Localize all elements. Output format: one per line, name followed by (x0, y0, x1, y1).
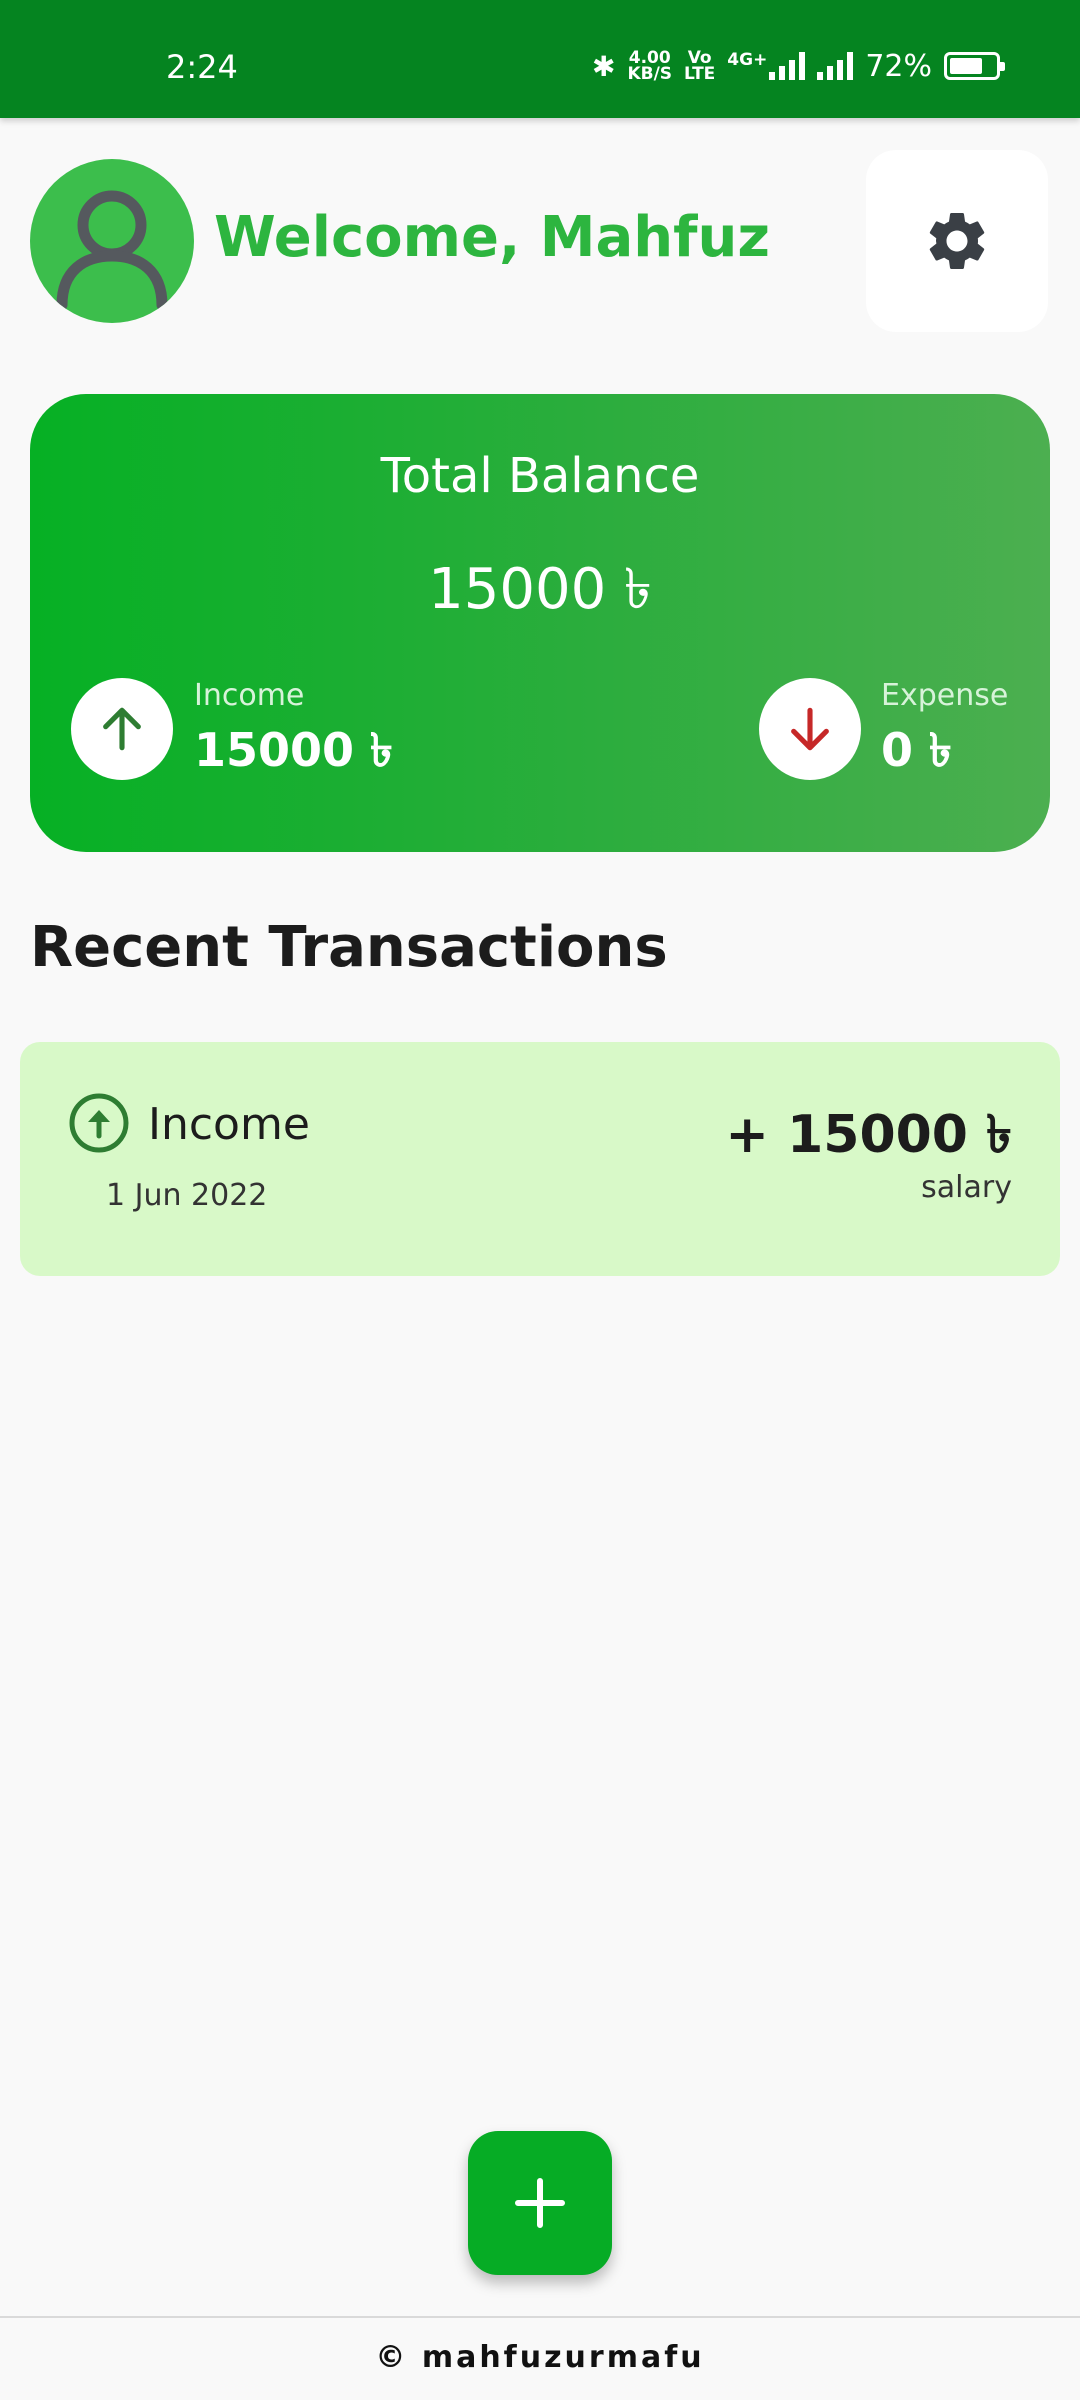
transaction-amount: + 15000 ৳ (725, 1105, 1012, 1165)
volte-bottom: LTE (684, 64, 716, 84)
income-arrow-icon (71, 678, 173, 780)
balance-amount: 15000 ৳ (428, 557, 652, 622)
avatar[interactable] (30, 159, 194, 323)
footer-credit: © mahfuzurmafu (375, 2340, 705, 2375)
battery-icon (944, 52, 1005, 80)
status-bar: 2:24 ✱ 4.00 KB/S Vo LTE 4G+ 72% (0, 0, 1080, 118)
expense-arrow-icon (759, 678, 861, 780)
income-amount: 15000 ৳ (194, 723, 393, 777)
screen: 2:24 ✱ 4.00 KB/S Vo LTE 4G+ 72% Welcome,… (0, 0, 1080, 2400)
gear-icon (929, 212, 985, 269)
plus-icon (515, 2178, 565, 2228)
add-transaction-button[interactable] (468, 2131, 612, 2275)
network-speed: 4.00 KB/S (627, 50, 673, 84)
battery-percent: 72% (865, 48, 932, 84)
footer-divider (0, 2316, 1080, 2318)
signal-bars-icon (769, 52, 806, 80)
bluetooth-icon: ✱ (591, 49, 616, 83)
income-label: Income (194, 678, 305, 713)
battery-fill (950, 58, 982, 74)
transaction-type: Income (148, 1099, 310, 1150)
income-circle-arrow-icon (68, 1092, 130, 1154)
network-type: 4G+ (727, 50, 768, 70)
welcome-title: Welcome, Mahfuz (214, 205, 770, 270)
status-icons: ✱ 4.00 KB/S Vo LTE 4G+ 72% (591, 46, 1005, 86)
balance-card: Total Balance 15000 ৳ Income 15000 ৳ Exp… (30, 394, 1050, 852)
settings-button[interactable] (866, 150, 1048, 332)
network-speed-unit: KB/S (627, 64, 673, 84)
signal-4g: 4G+ (727, 50, 806, 80)
transaction-date: 1 Jun 2022 (106, 1178, 268, 1213)
expense-amount: 0 ৳ (881, 723, 952, 777)
person-icon (56, 190, 168, 311)
transaction-item[interactable]: Income 1 Jun 2022 + 15000 ৳ salary (20, 1042, 1060, 1276)
signal-bars-icon-2 (817, 52, 854, 80)
status-time: 2:24 (166, 48, 238, 86)
volte-indicator: Vo LTE (684, 50, 716, 84)
transaction-note: salary (921, 1170, 1012, 1205)
recent-transactions-title: Recent Transactions (30, 915, 668, 980)
balance-title: Total Balance (380, 448, 700, 504)
expense-label: Expense (881, 678, 1009, 713)
